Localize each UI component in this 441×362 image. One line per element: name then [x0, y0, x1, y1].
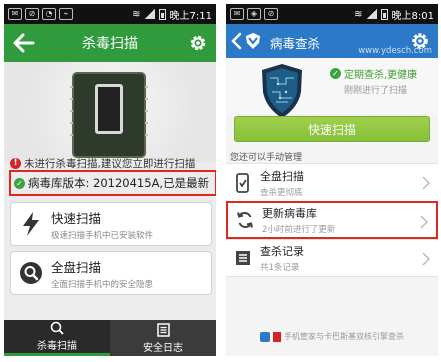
lightning-icon [23, 212, 39, 236]
full-scan-card[interactable]: 全盘扫描 全面扫描手机中的安全隐患 [10, 251, 212, 295]
kaspersky-logo-icon [273, 331, 281, 342]
title-bar: 杀毒扫描 [4, 24, 216, 62]
phone-scan-icon [236, 172, 249, 193]
status-bar: ✉ ◈ ⊘ ≋ 晚上8:01 [226, 4, 438, 24]
list-item-title: 查杀记录 [260, 245, 304, 258]
scan-warning: ! 未进行杀毒扫描,建议您立即进行扫描 [10, 156, 195, 171]
chevron-right-icon [422, 252, 430, 266]
virus-db-version-status: ✓ 病毒库版本: 20120415A,已是最新 [9, 170, 216, 196]
gear-icon[interactable] [188, 33, 208, 53]
bottom-tab-bar: 杀毒扫描 安全日志 [4, 320, 216, 356]
signal-icon [366, 9, 377, 19]
tab-security-log[interactable]: 安全日志 [110, 320, 216, 356]
wifi-icon: ≋ [354, 8, 363, 20]
status-bar: ✉ ⊘ ◔ ⌁ ≋ 晚上7:11 [4, 4, 216, 24]
notification-icon: ⊘ [25, 8, 39, 20]
phone-chip-illustration [70, 74, 148, 156]
usb-icon: ⌁ [59, 8, 73, 20]
warning-icon: ! [10, 158, 21, 169]
list-item-scan-history[interactable]: 查杀记录 共1条记录 [226, 239, 438, 277]
full-scan-desc: 全面扫描手机中的安全隐患 [51, 279, 154, 290]
section-header: 您还可以手动管理 [230, 153, 303, 163]
notification-icon: ✉ [230, 8, 244, 20]
wifi-icon: ≋ [132, 8, 141, 20]
search-icon [50, 321, 64, 335]
list-item-desc: 2小时前进行了更新 [262, 225, 336, 235]
chevron-right-icon [422, 176, 430, 190]
back-chevron-icon[interactable] [230, 32, 244, 50]
refresh-icon [237, 211, 253, 229]
notification-icon: ✉ [8, 8, 22, 20]
status-time: 晚上7:11 [169, 10, 212, 22]
battery-icon [158, 8, 166, 20]
gear-icon[interactable] [410, 31, 430, 51]
engine-footer: 手机管家与卡巴斯基双核引擎查杀 [226, 331, 438, 342]
scan-warning-text: 未进行杀毒扫描,建议您立即进行扫描 [24, 158, 196, 170]
back-arrow-icon[interactable] [12, 32, 36, 54]
notification-icon: ◈ [247, 8, 261, 20]
quick-scan-desc: 极速扫描手机中已安装软件 [51, 230, 154, 241]
tab-virus-scan[interactable]: 杀毒扫描 [4, 320, 110, 356]
quick-scan-button[interactable]: 快速扫描 [234, 116, 430, 142]
shield-icon [262, 64, 302, 118]
list-item-update-virus-db[interactable]: 更新病毒库 2小时前进行了更新 [226, 201, 438, 239]
footer-text: 手机管家与卡巴斯基双核引擎查杀 [284, 332, 404, 341]
app-logo-icon [260, 331, 270, 342]
tab-label: 杀毒扫描 [37, 341, 77, 352]
checkmark-icon: ✓ [330, 68, 341, 79]
checkmark-icon: ✓ [14, 177, 25, 189]
manual-tools-list: 全盘扫描 查杀更彻底 更新病毒库 2小时前进行了更新 查杀记录 共1条记录 [226, 163, 438, 277]
quick-scan-card[interactable]: 快速扫描 极速扫描手机中已安装软件 [10, 202, 212, 246]
search-icon [20, 262, 42, 284]
page-title: 病毒查杀 [270, 36, 321, 51]
log-icon [156, 322, 170, 337]
protection-status: ✓ 定期查杀,更健康 [330, 66, 417, 81]
list-item-title: 更新病毒库 [262, 207, 317, 220]
signal-icon [144, 9, 155, 19]
list-item-desc: 共1条记录 [260, 263, 300, 273]
right-phone-screen: ✉ ◈ ⊘ ≋ 晚上8:01 病毒查杀 www.ydesch.com ✓ 定期查… [226, 4, 438, 356]
status-time: 晚上8:01 [391, 10, 434, 22]
page-title: 杀毒扫描 [82, 36, 138, 52]
list-icon [236, 251, 250, 265]
protection-status-text: 定期查杀,更健康 [344, 70, 418, 81]
list-item-full-scan[interactable]: 全盘扫描 查杀更彻底 [226, 163, 438, 201]
notification-icon: ⊘ [264, 8, 278, 20]
virus-db-version-text: 病毒库版本: 20120415A,已是最新 [28, 176, 210, 190]
notification-icon: ◔ [42, 8, 56, 20]
full-scan-title: 全盘扫描 [51, 259, 102, 275]
list-item-desc: 查杀更彻底 [260, 187, 303, 198]
title-bar: 病毒查杀 www.ydesch.com [226, 24, 438, 58]
left-phone-screen: ✉ ⊘ ◔ ⌁ ≋ 晚上7:11 杀毒扫描 ! 未进行杀毒扫描,建议您立即进行扫… [4, 4, 216, 356]
chevron-right-icon [420, 215, 428, 229]
list-item-title: 全盘扫描 [260, 169, 304, 183]
app-logo-icon [246, 33, 260, 49]
last-scan-text: 刚刚进行了扫描 [344, 86, 408, 96]
tab-label: 安全日志 [143, 342, 183, 354]
quick-scan-title: 快速扫描 [51, 210, 102, 226]
battery-icon [380, 8, 388, 20]
